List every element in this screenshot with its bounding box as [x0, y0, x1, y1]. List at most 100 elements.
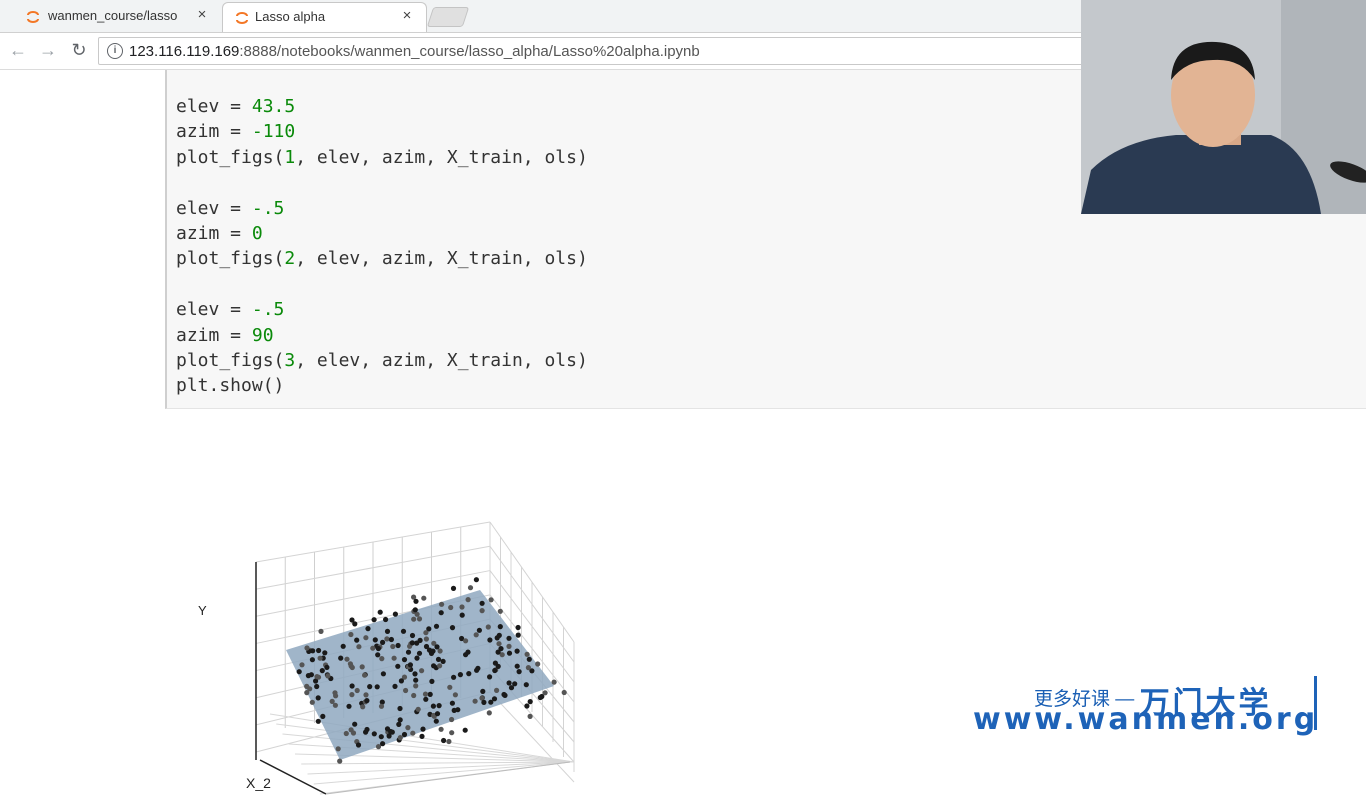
data-point [375, 652, 381, 658]
data-point [380, 741, 386, 747]
data-point [346, 703, 352, 709]
data-point [452, 692, 458, 698]
tab-title: Lasso alpha [255, 9, 326, 24]
data-point [436, 703, 442, 709]
data-point [473, 632, 479, 638]
data-point [481, 699, 487, 705]
data-point [377, 609, 383, 615]
data-point [414, 611, 420, 617]
code-line: plot_figs(3, elev, azim, X_train, ols) [176, 350, 588, 372]
data-point [374, 684, 380, 690]
data-point [492, 667, 498, 674]
data-point [492, 660, 498, 666]
data-point [347, 661, 353, 667]
code-line: plot_figs(1, elev, azim, X_train, ols) [176, 146, 588, 168]
data-point [299, 662, 305, 668]
tab-lasso-alpha[interactable]: Lasso alpha × [222, 2, 427, 32]
close-tab-icon[interactable]: × [194, 6, 210, 23]
data-point [305, 673, 311, 679]
data-point [397, 717, 403, 723]
data-point [467, 585, 474, 591]
code-line: elev = 43.5 [176, 96, 296, 117]
data-point [463, 638, 469, 644]
data-point [354, 637, 360, 643]
close-tab-icon[interactable]: × [399, 7, 415, 24]
back-arrow-icon[interactable]: ← [8, 40, 28, 61]
info-icon[interactable]: i [107, 43, 123, 59]
forward-arrow-icon[interactable]: → [38, 40, 58, 61]
address-bar[interactable]: i 123.116.119.169:8888/notebooks/wanmen_… [98, 37, 1098, 65]
code-line: plot_figs(2, elev, azim, X_train, ols) [176, 248, 588, 270]
data-point [459, 604, 465, 610]
data-point [352, 621, 358, 627]
data-point [317, 655, 323, 661]
data-point [413, 677, 419, 683]
data-point [430, 703, 436, 709]
data-point [403, 687, 409, 694]
data-point [506, 635, 512, 641]
data-point [421, 595, 427, 601]
url-text[interactable]: 123.116.119.169:8888/notebooks/wanmen_co… [129, 43, 700, 60]
data-point [392, 683, 398, 689]
data-point [390, 643, 396, 650]
data-point [411, 616, 417, 622]
data-point [440, 658, 446, 664]
data-point [462, 727, 468, 733]
data-point [392, 611, 398, 617]
data-point [313, 678, 319, 684]
data-point [496, 632, 502, 638]
data-point [340, 643, 346, 649]
tab-wanmen-course[interactable]: wanmen_course/lasso × [14, 2, 214, 32]
data-point [433, 718, 439, 724]
data-point [439, 601, 445, 607]
data-point [524, 651, 530, 657]
y-axis-label: Y [198, 603, 207, 618]
data-point [401, 731, 408, 738]
data-point [415, 706, 421, 712]
code-block[interactable]: elev = 43.5 azim = -110 plot_figs(1, ele… [176, 94, 588, 399]
data-point [413, 683, 419, 689]
data-point [419, 733, 425, 739]
data-point [338, 655, 344, 661]
data-point [371, 617, 377, 623]
data-point [420, 726, 426, 732]
data-point [322, 650, 328, 656]
code-line: azim = 0 [176, 223, 263, 245]
data-point [441, 737, 447, 744]
reload-icon[interactable]: ↻ [69, 40, 89, 61]
data-point [378, 703, 385, 709]
new-tab-button[interactable] [426, 7, 470, 27]
data-point [349, 683, 355, 689]
data-point [494, 687, 500, 693]
data-point [514, 663, 520, 669]
data-point [450, 585, 457, 591]
data-point [426, 647, 433, 653]
data-point [344, 656, 350, 662]
data-point [315, 695, 321, 701]
data-point [451, 674, 457, 680]
data-point [318, 628, 324, 634]
data-point [314, 683, 320, 690]
data-point [386, 733, 392, 739]
data-point [409, 640, 415, 646]
data-point [304, 645, 310, 651]
data-point [414, 655, 420, 661]
data-point [457, 672, 463, 678]
data-point [405, 649, 412, 655]
code-line: elev = -.5 [176, 197, 285, 219]
data-point [335, 746, 341, 752]
data-point [325, 673, 331, 679]
data-point [437, 663, 443, 669]
data-point [497, 608, 503, 614]
webcam-overlay [1081, 0, 1366, 214]
data-point [352, 721, 358, 727]
data-point [315, 718, 321, 724]
data-point [429, 678, 435, 684]
data-point [488, 699, 494, 705]
data-point [304, 690, 310, 696]
code-line: azim = 90 [176, 324, 274, 346]
data-point [417, 637, 423, 643]
data-point [497, 624, 503, 630]
data-point [375, 645, 381, 652]
code-line: elev = -.5 [176, 299, 285, 321]
